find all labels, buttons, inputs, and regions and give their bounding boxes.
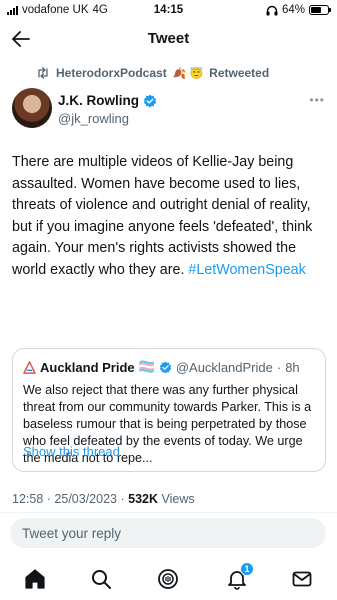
meta-separator: · (46, 492, 51, 506)
author-name-row[interactable]: J.K. Rowling (58, 93, 157, 108)
battery-icon (309, 5, 331, 15)
reply-input[interactable] (10, 518, 326, 548)
meta-separator: · (120, 492, 125, 506)
spaces-icon (158, 569, 178, 589)
retweeter-emojis: 🍂 😇 (172, 67, 204, 80)
quoted-separator: · (276, 359, 282, 375)
search-icon (92, 570, 111, 589)
tweet-body: There are multiple videos of Kellie-Jay … (12, 154, 313, 278)
verified-badge-icon (159, 360, 172, 374)
quoted-tweet[interactable]: Auckland Pride 🏳️‍⚧️ @AucklandPride · 8h… (12, 348, 326, 472)
tweet-text: There are multiple videos of Kellie-Jay … (12, 152, 330, 281)
status-right: 64% (266, 4, 331, 16)
envelope-icon (292, 571, 312, 587)
views-count[interactable]: 532K (128, 492, 158, 506)
nav-spaces[interactable] (155, 566, 181, 592)
retweeted-label: Retweeted (209, 66, 270, 80)
status-bar: vodafone UK 4G 14:15 64% (0, 0, 337, 20)
bottom-nav: 1 (0, 560, 337, 600)
author-handle[interactable]: @jk_rowling (58, 111, 129, 126)
avatar[interactable] (12, 88, 52, 128)
tweet-date: 25/03/2023 (54, 492, 117, 506)
nav-search[interactable] (88, 566, 114, 592)
views-label: Views (161, 492, 195, 506)
nav-notifications[interactable]: 1 (224, 562, 254, 592)
tweet-time: 12:58 (12, 492, 44, 506)
nav-messages[interactable] (289, 566, 315, 592)
retweet-icon (38, 67, 48, 79)
quoted-author-name: Auckland Pride (40, 359, 135, 375)
tweet-meta: 12:58 · 25/03/2023 · 532K Views (12, 492, 195, 506)
top-bar: Tweet (0, 20, 337, 60)
auckland-pride-logo-icon (23, 360, 36, 374)
show-thread-link[interactable]: Show this thread (23, 444, 120, 459)
headphones-icon (266, 5, 278, 15)
battery-percent: 64% (281, 4, 305, 16)
verified-badge-icon (143, 94, 157, 107)
nav-home[interactable] (22, 566, 48, 592)
quoted-author-handle: @AucklandPride (175, 359, 273, 375)
divider (0, 512, 337, 513)
page-title: Tweet (147, 30, 190, 47)
author-name: J.K. Rowling (58, 93, 139, 108)
notification-badge: 1 (240, 562, 254, 576)
retweet-context[interactable]: HeterodorxPodcast 🍂 😇 Retweeted (36, 66, 269, 80)
home-icon (25, 569, 45, 589)
hashtag-link[interactable]: #LetWomenSpeak (188, 262, 305, 278)
retweeter-name: HeterodorxPodcast (56, 66, 167, 80)
battery-fill (311, 7, 322, 13)
more-options-button[interactable]: ••• (309, 93, 325, 107)
quoted-tweet-header: Auckland Pride 🏳️‍⚧️ @AucklandPride · 8h (23, 359, 300, 375)
trans-flag-icon: 🏳️‍⚧️ (138, 359, 155, 374)
quoted-time: 8h (285, 359, 300, 375)
reply-box[interactable] (10, 518, 326, 548)
